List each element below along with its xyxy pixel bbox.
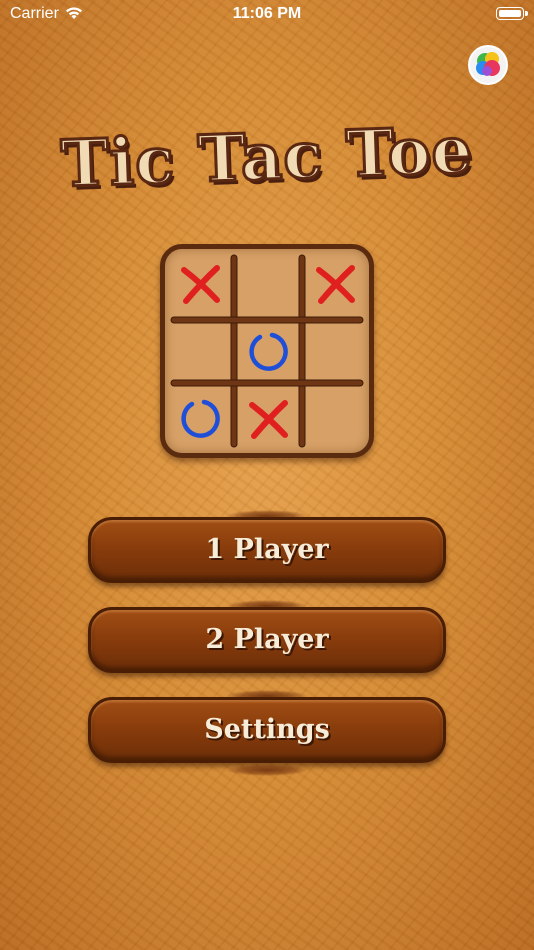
game-center-icon	[476, 52, 500, 76]
game-board-logo	[160, 244, 374, 458]
ornament-divider	[227, 764, 307, 776]
x-mark-icon	[316, 265, 355, 304]
o-mark-icon	[249, 332, 288, 371]
clock: 11:06 PM	[232, 5, 302, 22]
status-bar: Carrier 11:06 PM	[0, 0, 534, 30]
x-mark-icon	[249, 400, 288, 439]
battery-icon	[496, 7, 528, 20]
o-mark-icon	[181, 399, 220, 438]
x-mark-icon	[181, 265, 220, 304]
two-player-button[interactable]: 2 Player	[88, 607, 446, 673]
board-grid	[170, 254, 364, 448]
one-player-button[interactable]: 1 Player	[88, 517, 446, 583]
game-title: Tic Tac Toe	[58, 111, 475, 203]
settings-button[interactable]: Settings	[88, 697, 446, 763]
game-center-button[interactable]	[468, 45, 508, 85]
